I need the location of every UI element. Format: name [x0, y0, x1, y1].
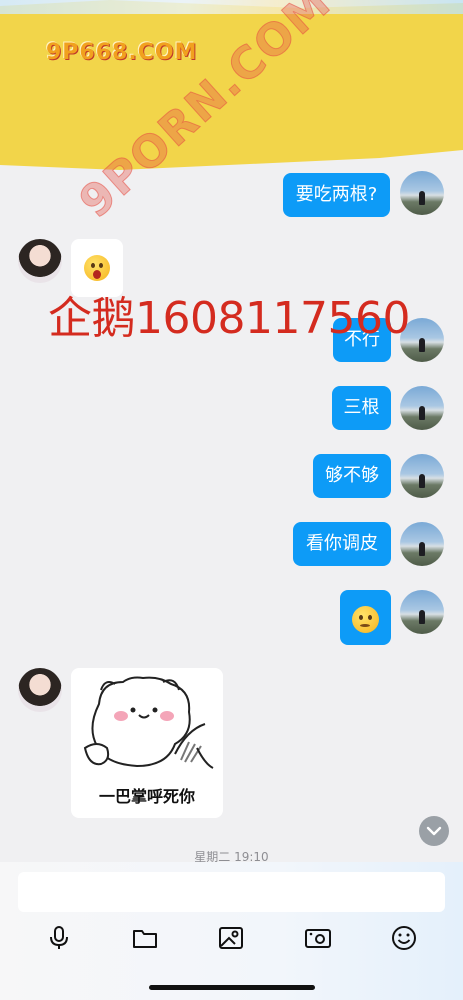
- message-bubble[interactable]: 看你调皮: [293, 522, 391, 566]
- my-avatar[interactable]: [400, 318, 444, 362]
- message-bubble[interactable]: 不行: [333, 318, 391, 362]
- home-indicator: [149, 985, 315, 990]
- watermark-logo: 9P668.COM: [46, 40, 198, 65]
- banner-brush-stroke: [0, 0, 463, 14]
- contact-avatar[interactable]: [18, 239, 62, 283]
- file-button[interactable]: [131, 924, 159, 952]
- microphone-icon: [50, 926, 68, 949]
- thinking-face-icon: [352, 606, 379, 633]
- emoji-button[interactable]: [390, 924, 418, 952]
- emoji-message[interactable]: [340, 590, 391, 645]
- sticker-message[interactable]: 一巴掌呼死你: [71, 668, 223, 818]
- my-avatar[interactable]: [400, 171, 444, 215]
- my-avatar[interactable]: [400, 386, 444, 430]
- my-avatar[interactable]: [400, 522, 444, 566]
- microphone-button[interactable]: [45, 924, 73, 952]
- contact-avatar[interactable]: [18, 668, 62, 712]
- chevron-down-icon: [426, 826, 442, 836]
- image-icon: [219, 927, 243, 949]
- my-avatar[interactable]: [400, 454, 444, 498]
- folder-icon: [133, 930, 157, 948]
- image-button[interactable]: [217, 924, 245, 952]
- emoji-icon: [392, 926, 416, 950]
- surprised-face-icon: [84, 255, 110, 281]
- message-bubble[interactable]: 要吃两根?: [283, 173, 390, 217]
- message-bubble[interactable]: 够不够: [313, 454, 391, 498]
- emoji-message[interactable]: [71, 239, 123, 297]
- scroll-to-bottom-button[interactable]: [419, 816, 449, 846]
- message-bubble[interactable]: 三根: [332, 386, 391, 430]
- top-banner: [0, 0, 463, 170]
- camera-icon: [305, 929, 331, 948]
- message-input[interactable]: [18, 872, 445, 912]
- my-avatar[interactable]: [400, 590, 444, 634]
- sticker-caption: 一巴掌呼死你: [98, 787, 195, 806]
- camera-button[interactable]: [304, 924, 332, 952]
